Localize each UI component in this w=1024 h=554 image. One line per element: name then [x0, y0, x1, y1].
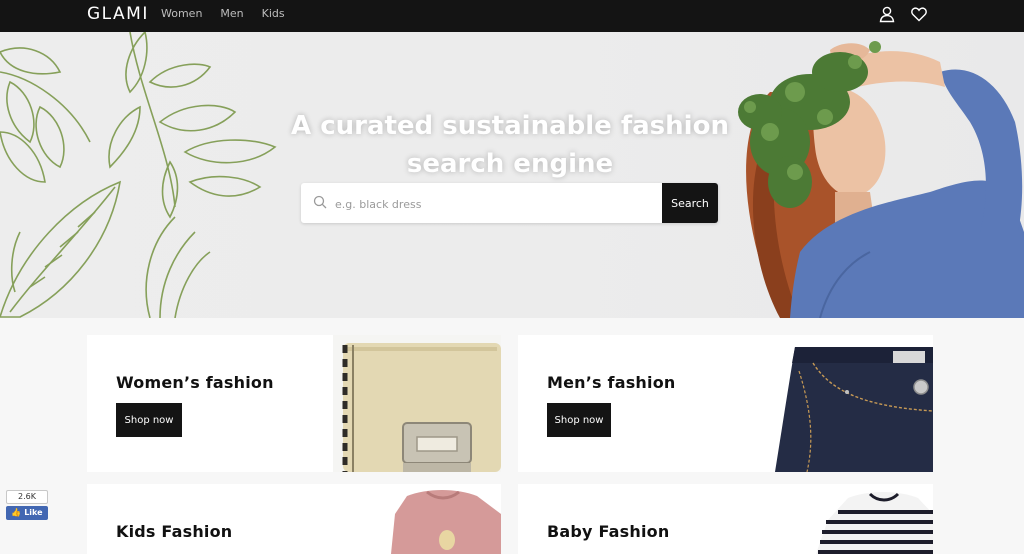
kids-sweater-image — [377, 484, 501, 554]
category-card-men[interactable]: Men’s fashion Shop now — [518, 335, 933, 472]
facebook-like-button[interactable]: 👍 Like — [6, 506, 48, 520]
search-input[interactable] — [333, 183, 657, 223]
hero-title-line-1: A curated sustainable fashion — [291, 111, 729, 142]
like-label: Like — [24, 508, 43, 517]
facebook-like-widget: 2.6K 👍 Like — [6, 490, 48, 520]
hero-model-photo — [738, 41, 1024, 318]
category-card-women[interactable]: Women’s fashion Shop now — [87, 335, 501, 472]
card-title: Kids Fashion — [116, 522, 233, 541]
heart-icon[interactable] — [910, 5, 928, 23]
handbag-image — [333, 335, 501, 472]
user-icon[interactable] — [878, 5, 896, 23]
nav-link-kids[interactable]: Kids — [262, 7, 285, 20]
card-title: Women’s fashion — [116, 373, 274, 392]
baby-striped-top-image — [808, 484, 933, 554]
brand-logo[interactable]: GLAMI — [87, 4, 149, 24]
top-navigation: GLAMI Women Men Kids — [0, 0, 1024, 32]
card-title: Baby Fashion — [547, 522, 670, 541]
hero-banner: A curated sustainable fashion search eng… — [0, 32, 1024, 318]
category-card-kids[interactable]: Kids Fashion — [87, 484, 501, 554]
card-title: Men’s fashion — [547, 373, 676, 392]
search-icon — [313, 195, 327, 209]
jeans-image — [773, 335, 933, 472]
main-menu: Women Men Kids — [161, 7, 303, 20]
search-bar: Search — [301, 183, 718, 223]
like-count: 2.6K — [6, 490, 48, 504]
shop-now-button[interactable]: Shop now — [547, 403, 611, 437]
nav-link-men[interactable]: Men — [220, 7, 243, 20]
thumbs-up-icon: 👍 — [11, 508, 22, 517]
hero-title-line-2: search engine — [406, 149, 614, 180]
category-card-baby[interactable]: Baby Fashion — [518, 484, 933, 554]
nav-link-women[interactable]: Women — [161, 7, 202, 20]
shop-now-button[interactable]: Shop now — [116, 403, 182, 437]
nav-actions — [878, 5, 928, 23]
